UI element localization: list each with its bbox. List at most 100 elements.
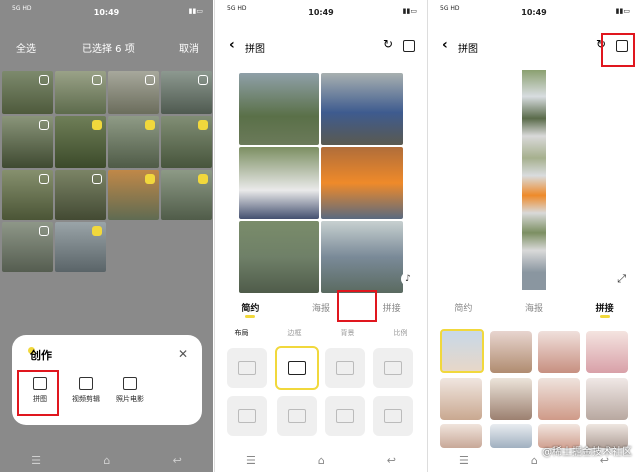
photo-movie-label: 照片电影 bbox=[116, 395, 144, 403]
select-checkbox[interactable] bbox=[92, 174, 102, 184]
photo-thumbnail[interactable] bbox=[55, 116, 106, 168]
select-checkbox[interactable] bbox=[198, 120, 208, 130]
select-checkbox[interactable] bbox=[39, 226, 49, 236]
collage-photo[interactable] bbox=[321, 221, 403, 293]
template-option[interactable] bbox=[440, 378, 482, 420]
back-nav-icon[interactable]: ↩ bbox=[173, 454, 182, 467]
highlight-box bbox=[337, 290, 377, 322]
subtab-layout[interactable]: 布局 bbox=[235, 328, 249, 338]
select-checkbox[interactable] bbox=[92, 120, 102, 130]
subtab-border[interactable]: 边框 bbox=[288, 328, 302, 338]
photo-thumbnail[interactable] bbox=[2, 170, 53, 220]
collage-photo[interactable] bbox=[239, 221, 319, 293]
photo-thumbnail[interactable] bbox=[108, 170, 159, 220]
select-checkbox[interactable] bbox=[145, 120, 155, 130]
tab-simple[interactable]: 简约 bbox=[241, 301, 259, 318]
nav-bar: ☰ ⌂ ↩ bbox=[215, 448, 427, 472]
select-checkbox[interactable] bbox=[39, 120, 49, 130]
photo-thumbnail[interactable] bbox=[161, 116, 212, 168]
close-icon[interactable]: ✕ bbox=[178, 347, 188, 361]
select-checkbox[interactable] bbox=[198, 174, 208, 184]
select-checkbox[interactable] bbox=[92, 75, 102, 85]
layout-option[interactable] bbox=[373, 396, 413, 436]
status-time: 10:49 bbox=[93, 8, 120, 17]
nav-bar: ☰ ⌂ ↩ bbox=[0, 448, 213, 472]
back-icon[interactable]: ‹ bbox=[229, 37, 235, 53]
style-tabs: 简约 海报 拼接 bbox=[428, 301, 640, 318]
select-checkbox[interactable] bbox=[39, 174, 49, 184]
menu-nav-icon[interactable]: ☰ bbox=[459, 454, 469, 467]
save-icon[interactable] bbox=[403, 40, 415, 52]
photo-thumbnail[interactable] bbox=[55, 170, 106, 220]
collage-editor-stitch: 5G HD 10:49 ▮▮▭ ‹ 拼图 ↻ ⤢ 简约 海报 拼接 ☰ ⌂ ↩ … bbox=[427, 0, 640, 472]
selected-count: 已选择 6 项 bbox=[82, 44, 135, 55]
photo-movie-icon bbox=[123, 377, 137, 390]
layout-option[interactable] bbox=[277, 396, 317, 436]
expand-icon[interactable]: ⤢ bbox=[617, 272, 626, 286]
template-option[interactable] bbox=[586, 331, 628, 373]
collage-photo[interactable] bbox=[239, 147, 319, 219]
layout-option-selected[interactable] bbox=[275, 346, 319, 390]
layout-subtabs: 布局 边框 背景 比例 bbox=[215, 328, 427, 338]
photo-thumbnail[interactable] bbox=[2, 222, 53, 272]
highlight-box bbox=[601, 33, 635, 67]
tab-poster[interactable]: 海报 bbox=[525, 301, 543, 318]
tab-stitch[interactable]: 拼接 bbox=[596, 301, 614, 318]
collage-photo[interactable] bbox=[321, 147, 403, 219]
layout-option[interactable] bbox=[325, 348, 365, 388]
selection-topbar: 全选 已选择 6 项 取消 bbox=[0, 34, 213, 60]
video-edit-action[interactable]: 视频剪辑 bbox=[64, 377, 108, 404]
subtab-background[interactable]: 背景 bbox=[341, 328, 355, 338]
menu-nav-icon[interactable]: ☰ bbox=[31, 454, 41, 467]
rotate-icon[interactable]: ↻ bbox=[383, 37, 393, 51]
layout-option[interactable] bbox=[325, 396, 365, 436]
video-edit-icon bbox=[79, 377, 93, 390]
select-checkbox[interactable] bbox=[145, 75, 155, 85]
status-time: 10:49 bbox=[308, 8, 334, 17]
photo-movie-action[interactable]: 照片电影 bbox=[108, 377, 152, 404]
tab-poster[interactable]: 海报 bbox=[312, 301, 330, 318]
home-nav-icon[interactable]: ⌂ bbox=[103, 454, 110, 467]
photo-thumbnail[interactable] bbox=[161, 71, 212, 114]
subtab-ratio[interactable]: 比例 bbox=[394, 328, 408, 338]
sheet-title: 创作 bbox=[30, 349, 52, 362]
template-option-selected[interactable] bbox=[440, 329, 484, 373]
template-option[interactable] bbox=[538, 378, 580, 420]
tab-simple[interactable]: 简约 bbox=[454, 301, 472, 318]
video-edit-label: 视频剪辑 bbox=[72, 395, 100, 403]
template-option[interactable] bbox=[490, 331, 532, 373]
status-bar: 5G HD 10:49 ▮▮▭ bbox=[428, 0, 640, 22]
tab-stitch[interactable]: 拼接 bbox=[383, 301, 401, 318]
photo-thumbnail[interactable] bbox=[108, 71, 159, 114]
template-option[interactable] bbox=[440, 424, 482, 448]
collage-photo[interactable] bbox=[239, 73, 319, 145]
layout-option[interactable] bbox=[373, 348, 413, 388]
select-checkbox[interactable] bbox=[92, 226, 102, 236]
select-checkbox[interactable] bbox=[145, 174, 155, 184]
select-checkbox[interactable] bbox=[198, 75, 208, 85]
template-option[interactable] bbox=[490, 424, 532, 448]
gallery-select-screen: 5G HD 10:49 ▮▮▭ 全选 已选择 6 项 取消 创作 ✕ 拼图 视频… bbox=[0, 0, 213, 472]
photo-thumbnail[interactable] bbox=[108, 116, 159, 168]
menu-nav-icon[interactable]: ☰ bbox=[246, 454, 256, 467]
cancel-button[interactable]: 取消 bbox=[179, 40, 199, 55]
template-option[interactable] bbox=[586, 378, 628, 420]
home-nav-icon[interactable]: ⌂ bbox=[318, 454, 325, 467]
photo-thumbnail[interactable] bbox=[55, 222, 106, 272]
layout-option[interactable] bbox=[227, 348, 267, 388]
template-option[interactable] bbox=[490, 378, 532, 420]
back-icon[interactable]: ‹ bbox=[442, 37, 448, 53]
photo-thumbnail[interactable] bbox=[2, 71, 53, 114]
layout-option[interactable] bbox=[227, 396, 267, 436]
photo-thumbnail[interactable] bbox=[55, 71, 106, 114]
collage-photo[interactable] bbox=[321, 73, 403, 145]
music-icon[interactable]: ♪ bbox=[401, 272, 415, 286]
home-nav-icon[interactable]: ⌂ bbox=[531, 454, 538, 467]
photo-thumbnail[interactable] bbox=[2, 116, 53, 168]
select-all-button[interactable]: 全选 bbox=[16, 40, 36, 55]
status-bar: 5G HD 10:49 ▮▮▭ bbox=[215, 0, 427, 22]
photo-thumbnail[interactable] bbox=[161, 170, 212, 220]
back-nav-icon[interactable]: ↩ bbox=[387, 454, 396, 467]
template-option[interactable] bbox=[538, 331, 580, 373]
select-checkbox[interactable] bbox=[39, 75, 49, 85]
